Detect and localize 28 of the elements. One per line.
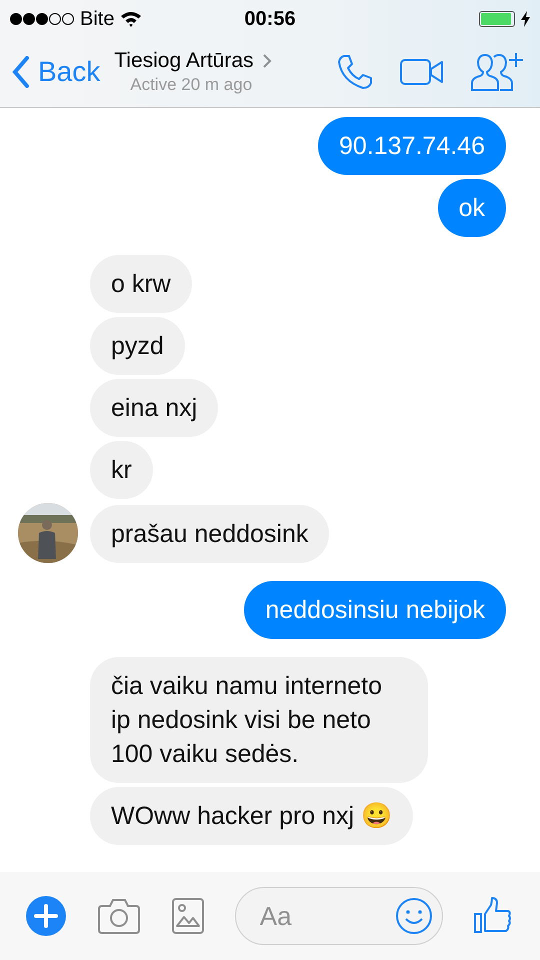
sent-message: neddosinsiu nebijok: [244, 581, 506, 639]
received-message: prašau neddosink: [90, 505, 330, 563]
chevron-icon[interactable]: [262, 53, 272, 69]
contact-name[interactable]: Tiesiog Artūras: [114, 49, 254, 73]
camera-icon[interactable]: [98, 898, 140, 934]
active-status: Active 20 m ago: [130, 75, 252, 95]
signal-icon: [10, 12, 74, 26]
received-message: pyzd: [90, 317, 185, 375]
image-icon[interactable]: [172, 898, 204, 934]
phone-icon[interactable]: [336, 53, 374, 91]
emoji-icon[interactable]: [394, 897, 433, 935]
add-people-icon[interactable]: [470, 52, 526, 92]
carrier-name: Bite: [80, 8, 114, 30]
received-message: eina nxj: [90, 379, 218, 437]
thumbs-up-icon[interactable]: [474, 897, 512, 935]
battery-icon: [479, 11, 515, 27]
back-chevron-icon[interactable]: [12, 56, 30, 88]
clock-time: 00:56: [244, 8, 296, 30]
received-message: o krw: [90, 255, 192, 313]
video-camera-icon[interactable]: [400, 59, 444, 85]
received-message: WOww hacker pro nxj 😀: [90, 787, 414, 845]
add-icon[interactable]: [25, 895, 67, 937]
message-field[interactable]: Aa: [234, 887, 443, 945]
sent-message: ok: [438, 179, 506, 237]
wifi-icon: [120, 11, 142, 27]
received-message: kr: [90, 441, 153, 499]
sent-message: 90.137.74.46: [318, 117, 506, 175]
received-message: čia vaiku namu interneto ip nedosink visi be neto 100 vaiku sedės.: [90, 657, 428, 783]
